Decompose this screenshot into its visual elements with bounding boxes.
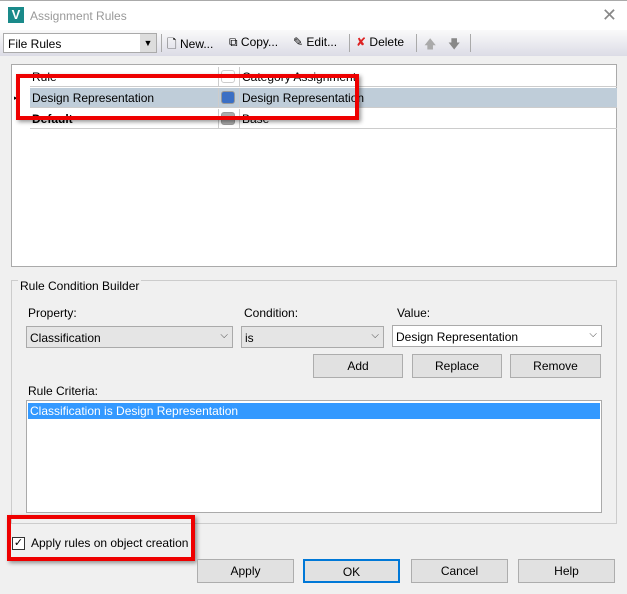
help-button[interactable]: Help xyxy=(518,559,615,583)
criteria-list[interactable]: Classification is Design Representation xyxy=(26,400,602,513)
rules-select[interactable]: File Rules ▼ xyxy=(3,33,157,53)
cancel-button[interactable]: Cancel xyxy=(411,559,508,583)
separator xyxy=(470,34,471,52)
highlight-box xyxy=(7,515,195,561)
chevron-down-icon: ⌵ xyxy=(589,329,597,340)
edit-icon: ✎ xyxy=(293,35,304,49)
builder-title: Rule Condition Builder xyxy=(18,279,142,293)
window-title: Assignment Rules xyxy=(30,9,127,23)
apply-button[interactable]: Apply xyxy=(197,559,294,583)
delete-icon: ✘ xyxy=(356,35,367,49)
chevron-down-icon: ▼ xyxy=(140,34,156,52)
edit-label: Edit... xyxy=(306,35,338,49)
move-up-icon[interactable]: 🡅 xyxy=(424,35,436,56)
value-select[interactable]: Design Representation ⌵ xyxy=(392,325,602,347)
property-label: Property: xyxy=(28,306,77,320)
condition-value: is xyxy=(245,331,254,345)
delete-button[interactable]: ✘ Delete xyxy=(356,35,404,49)
property-select[interactable]: Classification ⌵ xyxy=(26,326,233,348)
separator xyxy=(161,34,162,52)
condition-select[interactable]: is ⌵ xyxy=(241,326,384,348)
rules-select-value: File Rules xyxy=(8,37,62,51)
new-button[interactable]: 🗋 New... xyxy=(167,35,213,56)
move-down-icon[interactable]: 🡇 xyxy=(448,35,460,56)
value-value: Design Representation xyxy=(396,330,519,344)
edit-button[interactable]: ✎ Edit... xyxy=(293,35,337,49)
title-bar: V Assignment Rules ✕ xyxy=(0,0,627,30)
criteria-label: Rule Criteria: xyxy=(28,384,99,398)
ok-button[interactable]: OK xyxy=(303,559,400,583)
app-logo-icon: V xyxy=(8,7,24,23)
value-label: Value: xyxy=(397,306,431,320)
add-button[interactable]: Add xyxy=(313,354,403,378)
property-value: Classification xyxy=(30,331,101,345)
condition-label: Condition: xyxy=(244,306,299,320)
separator xyxy=(416,34,417,52)
chevron-down-icon: ⌵ xyxy=(220,330,228,341)
new-icon: 🗋 xyxy=(167,37,177,51)
remove-button[interactable]: Remove xyxy=(510,354,601,378)
delete-label: Delete xyxy=(369,35,405,49)
close-icon[interactable]: ✕ xyxy=(602,5,617,26)
chevron-down-icon: ⌵ xyxy=(371,330,379,341)
new-label: New... xyxy=(180,37,214,51)
replace-button[interactable]: Replace xyxy=(412,354,502,378)
highlight-box xyxy=(16,74,359,120)
copy-icon: ⧉ xyxy=(229,35,238,49)
toolbar: File Rules ▼ 🗋 New... ⧉ Copy... ✎ Edit...… xyxy=(0,30,627,56)
criteria-item[interactable]: Classification is Design Representation xyxy=(28,403,600,419)
copy-button[interactable]: ⧉ Copy... xyxy=(229,35,278,50)
copy-label: Copy... xyxy=(240,35,279,49)
separator xyxy=(349,34,350,52)
